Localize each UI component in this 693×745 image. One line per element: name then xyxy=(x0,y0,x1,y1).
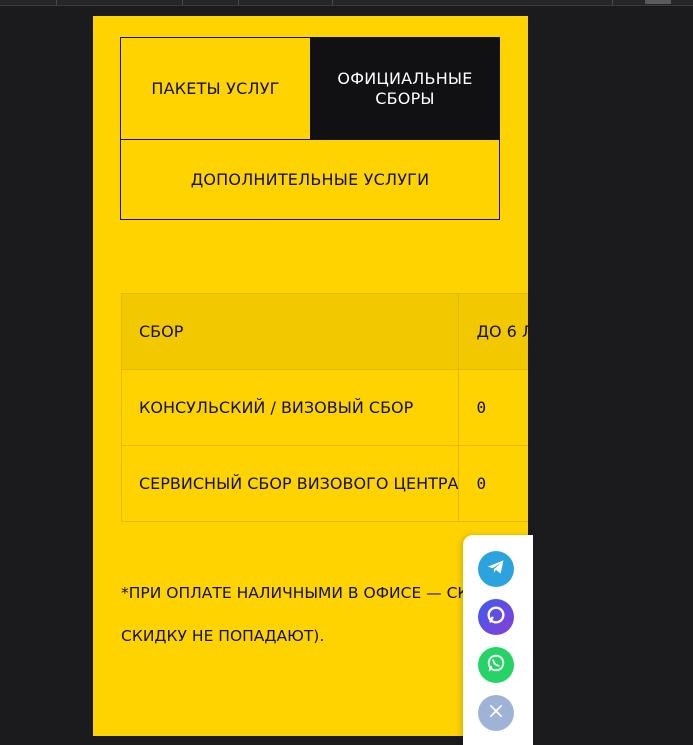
fee-value: 0 xyxy=(458,369,528,446)
tab-official-fees[interactable]: ОФИЦИАЛЬНЫЕ СБОРЫ xyxy=(310,37,500,140)
telegram-icon xyxy=(486,557,506,582)
tab-label: ПАКЕТЫ УСЛУГ xyxy=(151,78,280,98)
fees-table: СБОР ДО 6 Л КОНСУЛЬСКИЙ / ВИЗОВЫЙ СБОР 0… xyxy=(120,293,528,522)
close-icon xyxy=(487,702,505,725)
toolbar-segment xyxy=(182,0,239,5)
table-header-row: СБОР ДО 6 Л xyxy=(120,293,528,370)
max-messenger-icon xyxy=(485,604,507,631)
tab-label-line: СБОРЫ xyxy=(375,88,435,108)
toolbar-segment xyxy=(332,0,613,5)
tab-label-line: ОФИЦИАЛЬНЫЕ xyxy=(337,68,473,88)
telegram-button[interactable] xyxy=(478,551,514,587)
tab-label: ОФИЦИАЛЬНЫЕ СБОРЫ xyxy=(337,69,472,109)
tab-service-packages[interactable]: ПАКЕТЫ УСЛУГ xyxy=(120,37,311,140)
tab-additional-services[interactable]: ДОПОЛНИТЕЛЬНЫЕ УСЛУГИ xyxy=(120,139,500,220)
toolbar-segment xyxy=(238,0,333,5)
table-header-cell: ДО 6 Л xyxy=(458,293,528,370)
table-header-cell: СБОР xyxy=(120,293,460,370)
max-messenger-button[interactable] xyxy=(478,599,514,635)
table-row: СЕРВИСНЫЙ СБОР ВИЗОВОГО ЦЕНТРА 0 xyxy=(120,445,528,522)
messenger-widget xyxy=(463,535,533,745)
fee-name: КОНСУЛЬСКИЙ / ВИЗОВЫЙ СБОР xyxy=(120,369,460,446)
browser-toolbar-strip xyxy=(0,0,693,6)
toolbar-segment xyxy=(56,0,183,5)
whatsapp-button[interactable] xyxy=(478,647,514,683)
table-row: КОНСУЛЬСКИЙ / ВИЗОВЫЙ СБОР 0 xyxy=(120,369,528,446)
tab-label: ДОПОЛНИТЕЛЬНЫЕ УСЛУГИ xyxy=(190,169,430,189)
toolbar-knob[interactable] xyxy=(645,0,671,4)
close-widget-button[interactable] xyxy=(478,695,514,731)
service-tabs: ПАКЕТЫ УСЛУГ ОФИЦИАЛЬНЫЕ СБОРЫ ДОПОЛНИТЕ… xyxy=(120,37,500,220)
toolbar-segment xyxy=(0,0,57,5)
whatsapp-icon xyxy=(485,652,507,679)
fee-value: 0 xyxy=(458,445,528,522)
fee-name: СЕРВИСНЫЙ СБОР ВИЗОВОГО ЦЕНТРА xyxy=(120,445,460,522)
